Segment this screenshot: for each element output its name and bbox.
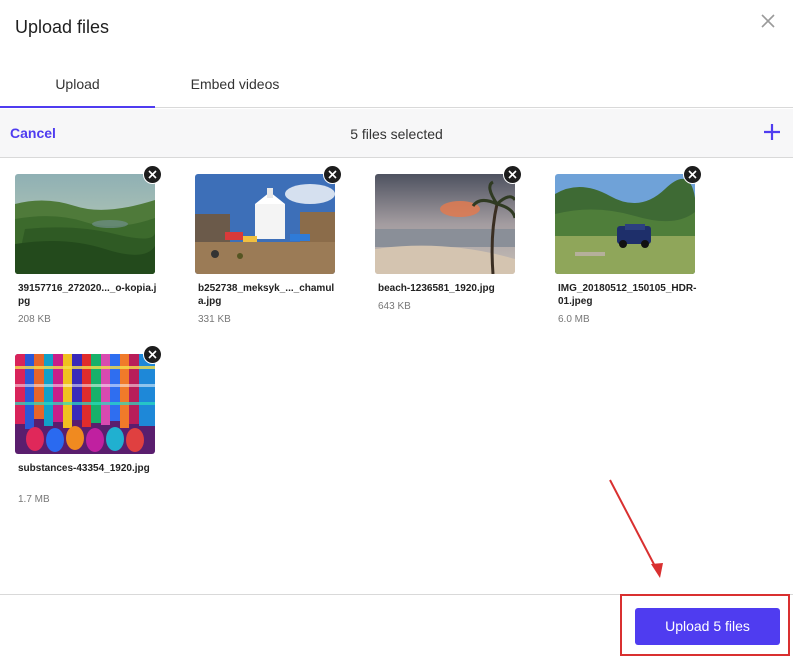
- file-name: beach-1236581_1920.jpg: [378, 283, 495, 294]
- remove-file-button[interactable]: [143, 345, 162, 364]
- annotation-arrow: [609, 479, 663, 578]
- file-thumbnail: [555, 174, 695, 274]
- file-thumbnail: [195, 174, 335, 274]
- upload-files-button[interactable]: Upload 5 files: [635, 608, 780, 645]
- file-name: substances-43354_1920.jpg: [18, 463, 150, 474]
- file-size: 331 KB: [198, 314, 231, 325]
- file-size: 1.7 MB: [18, 494, 50, 505]
- file-size: 6.0 MB: [558, 314, 590, 325]
- remove-file-button[interactable]: [323, 165, 342, 184]
- remove-file-button[interactable]: [143, 165, 162, 184]
- file-name: 39157716_272020..._o-kopia.jpg: [18, 283, 157, 307]
- tab-embed-videos[interactable]: Embed videos: [155, 62, 315, 108]
- file-thumbnail: [15, 174, 155, 274]
- dialog-title: Upload files: [15, 17, 110, 37]
- file-thumbnail: [375, 174, 515, 274]
- file-size: 643 KB: [378, 301, 411, 312]
- tab-bar: Upload Embed videos: [0, 62, 793, 108]
- selection-status: 5 files selected: [350, 126, 443, 142]
- tab-upload[interactable]: Upload: [0, 62, 155, 108]
- close-icon[interactable]: [759, 12, 777, 30]
- file-size: 208 KB: [18, 314, 51, 325]
- file-name: IMG_20180512_150105_HDR-01.jpeg: [558, 283, 697, 307]
- file-grid: 39157716_272020..._o-kopia.jpg 208 KB b2…: [0, 158, 793, 593]
- plus-icon[interactable]: [763, 123, 781, 141]
- file-thumbnail: [15, 354, 155, 454]
- remove-file-button[interactable]: [503, 165, 522, 184]
- active-tab-indicator: [0, 106, 155, 108]
- file-name: b252738_meksyk_..._chamula.jpg: [198, 283, 335, 307]
- remove-file-button[interactable]: [683, 165, 702, 184]
- selection-toolbar: Cancel 5 files selected: [0, 109, 793, 158]
